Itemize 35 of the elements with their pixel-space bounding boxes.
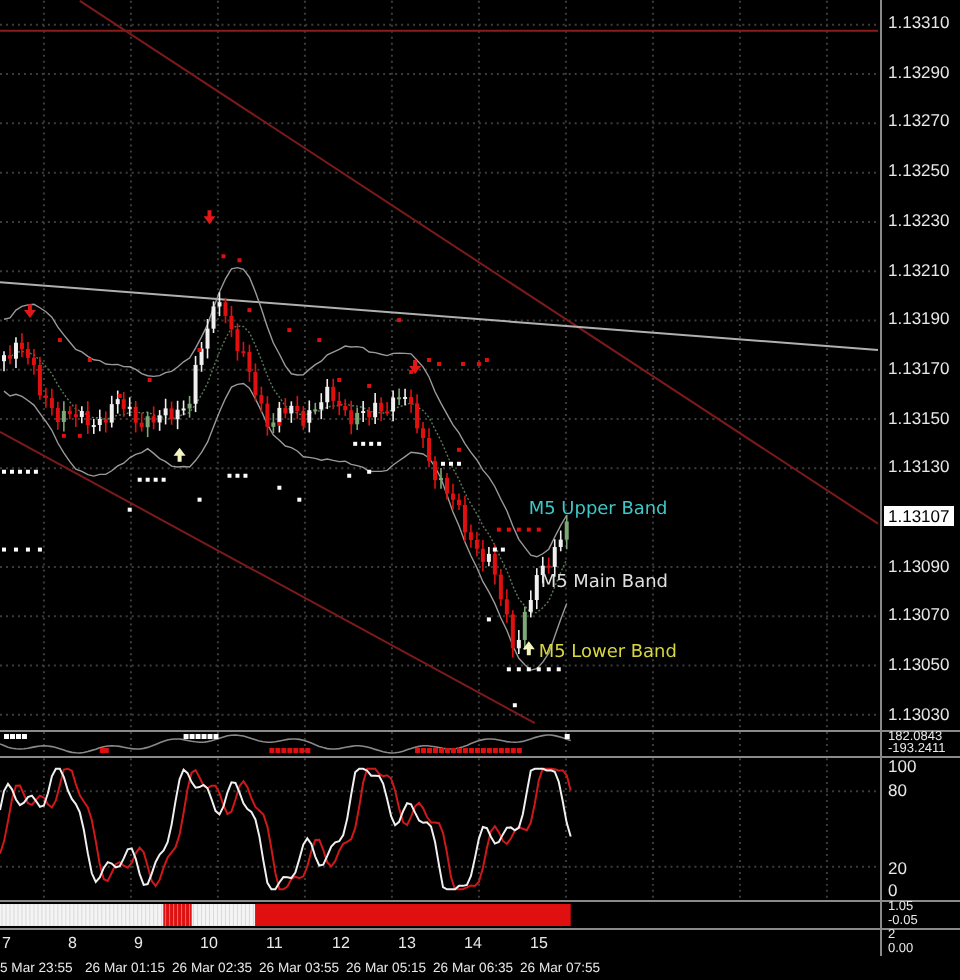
axis-label: 0: [888, 882, 898, 900]
bar-number: 9: [134, 934, 143, 952]
up-arrow-icon: [173, 447, 186, 462]
axis-label: 1.13270: [888, 112, 950, 131]
axis-label: 1.13190: [888, 310, 950, 329]
bar-number: 8: [68, 934, 77, 952]
bar-number: 10: [200, 934, 218, 952]
axis-label: 1.13230: [888, 211, 950, 230]
bar-number: 13: [398, 934, 416, 952]
axis-label: 1.13250: [888, 162, 950, 181]
axis-label: 20: [888, 860, 907, 878]
axis-label: 1.13090: [888, 557, 950, 576]
axis-label: 1.13070: [888, 606, 950, 625]
axis-label: 1.13050: [888, 656, 950, 675]
down-arrow-icon: [409, 360, 422, 374]
axis-label: 1.13170: [888, 359, 950, 378]
axis-label: 100: [888, 758, 917, 776]
band-label: M5 Upper Band: [528, 499, 668, 520]
bar-number: 15: [530, 934, 548, 952]
axis-label: 1.13210: [888, 261, 950, 279]
current-price-label: 1.13107: [884, 506, 954, 526]
bar-number: 12: [332, 934, 350, 952]
axis-label: 80: [888, 782, 907, 800]
axis-label: 1.13030: [888, 705, 950, 724]
down-arrow-icon: [23, 304, 36, 319]
axis-label: 1.13290: [888, 63, 950, 82]
axis-label: 1.13310: [888, 14, 950, 32]
band-label: M5 Main Band: [540, 573, 668, 594]
bar-number: 7: [2, 934, 11, 952]
bar-number: 11: [266, 934, 283, 952]
axis-label: 1.13130: [888, 458, 950, 477]
up-arrow-icon: [522, 641, 535, 656]
bar-number: 14: [464, 934, 482, 952]
axis-label: 1.13150: [888, 409, 950, 428]
down-arrow-icon: [203, 210, 216, 225]
